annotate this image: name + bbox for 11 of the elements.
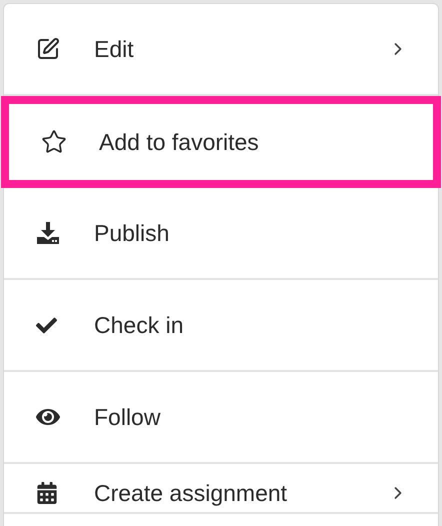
menu-item[interactable]: Edit (4, 4, 438, 96)
menu-item[interactable]: Create assignment (4, 464, 438, 514)
menu-item[interactable]: Publish (4, 188, 438, 280)
check-icon (36, 314, 57, 336)
star-icon (41, 129, 67, 155)
menu-item[interactable]: Add to favorites (1, 96, 441, 188)
menu-item[interactable]: Check in (4, 280, 438, 372)
menu-item[interactable]: Follow (4, 372, 438, 464)
calendar-icon (36, 482, 58, 504)
download-tray-icon (36, 221, 60, 245)
edit-icon (36, 37, 60, 61)
